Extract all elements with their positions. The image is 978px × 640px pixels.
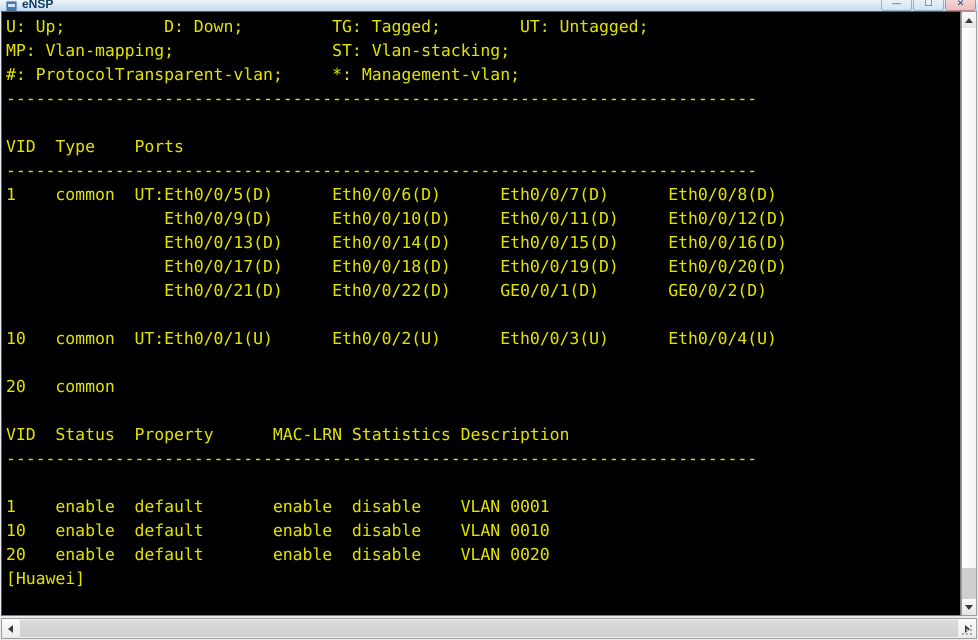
scroll-up-button[interactable] [962,12,976,28]
chevron-down-icon [965,604,973,610]
table-row: 10 enable default enable disable VLAN 00… [6,521,550,540]
maximize-button[interactable]: ☐ [913,0,944,11]
scroll-left-button[interactable] [2,619,19,638]
table-row: Eth0/0/9(D) Eth0/0/10(D) Eth0/0/11(D) Et… [6,209,787,228]
window-title: eNSP [22,0,54,11]
close-glyph: ✕ [956,0,965,8]
minimize-glyph: — [892,0,901,8]
ensp-cli-window: eNSP — ☐ ✕ U: Up; D: Down; TG: Tagged; U… [0,0,978,640]
scroll-down-button[interactable] [962,599,976,615]
window-controls: — ☐ ✕ [881,0,976,11]
table-row: Eth0/0/21(D) Eth0/0/22(D) GE0/0/1(D) GE0… [6,281,768,300]
terminal-separator: ----------------------------------------… [6,449,758,468]
table-row: 20 common [6,377,115,396]
horizontal-scrollbar-thumb[interactable] [20,620,958,637]
chevron-left-icon [8,624,13,633]
vertical-scrollbar-thumb[interactable] [962,28,976,568]
window-client-area: U: Up; D: Down; TG: Tagged; UT: Untagged… [0,11,978,640]
terminal-prompt: [Huawei] [6,569,86,588]
ports-table-header: VID Type Ports [6,137,184,156]
vertical-scrollbar[interactable] [961,11,977,616]
terminal-line: #: ProtocolTransparent-vlan; *: Manageme… [6,65,520,84]
resize-grip[interactable] [962,625,974,637]
horizontal-scrollbar[interactable] [1,618,977,639]
table-row: 1 common UT:Eth0/0/5(D) Eth0/0/6(D) Eth0… [6,185,777,204]
terminal-line: MP: Vlan-mapping; ST: Vlan-stacking; [6,41,511,60]
terminal-separator: ----------------------------------------… [6,161,758,180]
minimize-button[interactable]: — [881,0,912,11]
terminal-separator: ----------------------------------------… [6,89,758,108]
terminal-output[interactable]: U: Up; D: Down; TG: Tagged; UT: Untagged… [6,15,950,613]
table-row: 10 common UT:Eth0/0/1(U) Eth0/0/2(U) Eth… [6,329,777,348]
vertical-scrollbar-track[interactable] [962,568,976,599]
status-table-header: VID Status Property MAC-LRN Statistics D… [6,425,570,444]
terminal-line: U: Up; D: Down; TG: Tagged; UT: Untagged… [6,17,649,36]
terminal-frame[interactable]: U: Up; D: Down; TG: Tagged; UT: Untagged… [1,11,961,616]
table-row: Eth0/0/17(D) Eth0/0/18(D) Eth0/0/19(D) E… [6,257,787,276]
close-button[interactable]: ✕ [945,0,976,11]
chevron-up-icon [965,17,973,23]
table-row: Eth0/0/13(D) Eth0/0/14(D) Eth0/0/15(D) E… [6,233,787,252]
maximize-glyph: ☐ [924,0,933,8]
table-row: 20 enable default enable disable VLAN 00… [6,545,550,564]
table-row: 1 enable default enable disable VLAN 000… [6,497,550,516]
